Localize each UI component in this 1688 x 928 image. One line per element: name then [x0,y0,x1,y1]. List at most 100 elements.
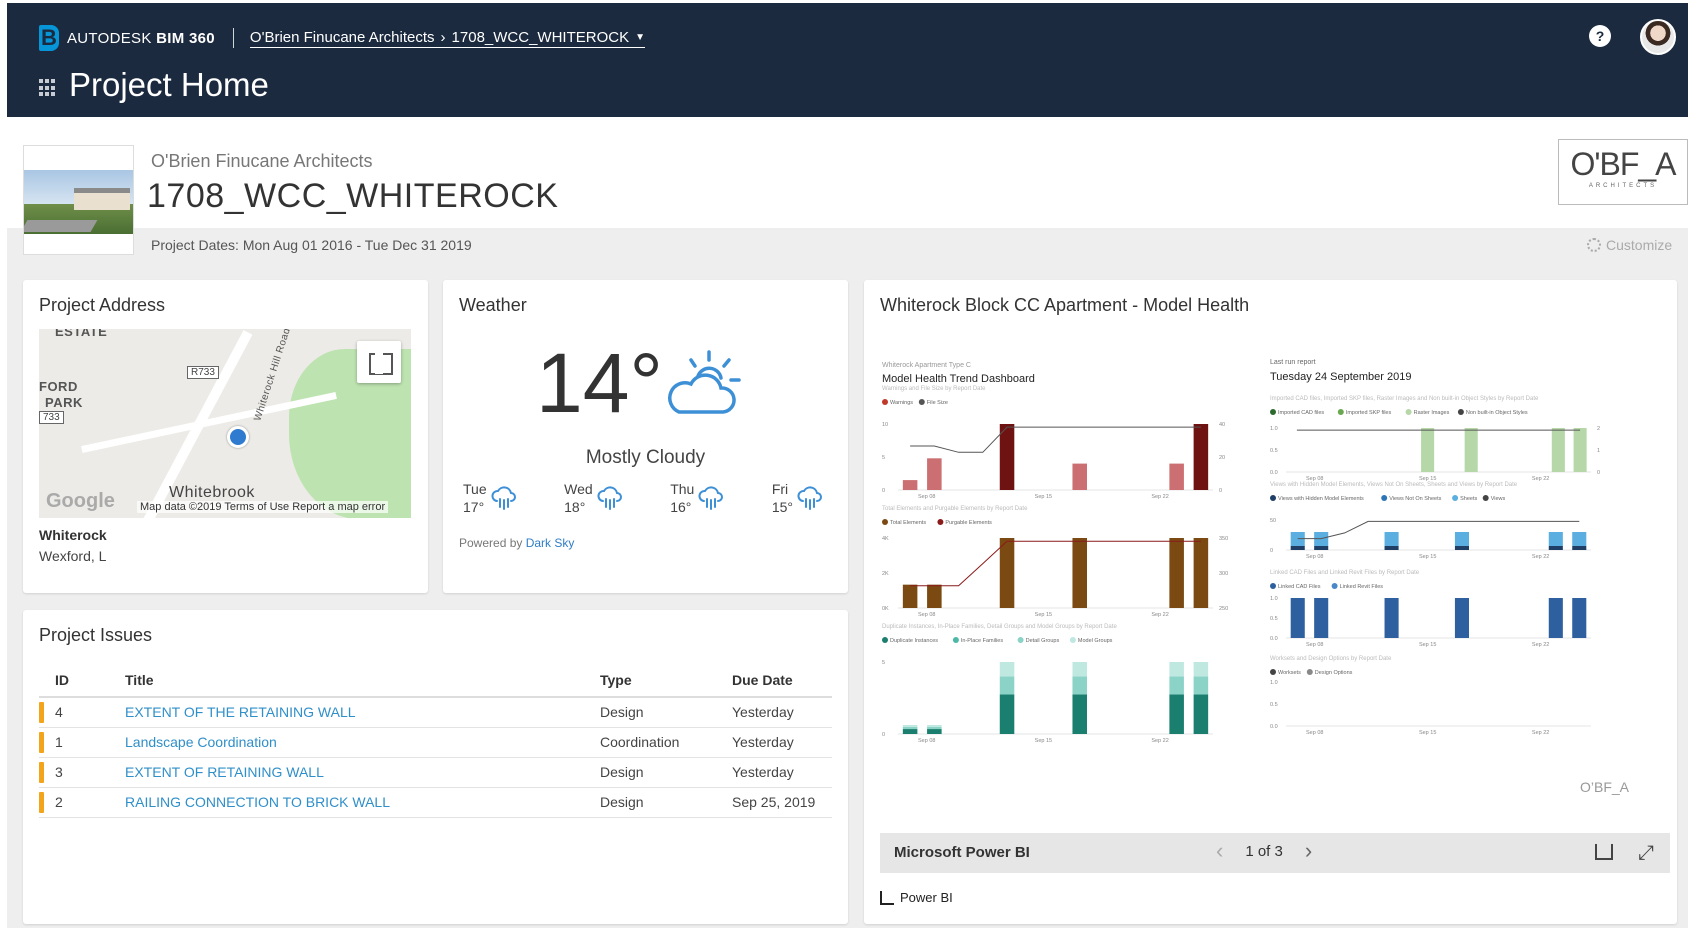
legend-swatch [1270,495,1276,501]
weather-attribution: Powered by Dark Sky [459,536,574,550]
forecast-day: Thu 16° [670,480,724,516]
module-menu-icon[interactable] [39,79,57,97]
expand-icon[interactable]: ⤢ [1638,842,1654,865]
issue-title-link[interactable]: RAILING CONNECTION TO BRICK WALL [125,794,390,810]
chart-bar [1548,546,1563,550]
column-header-title[interactable]: Title [125,664,600,698]
column-header-type[interactable]: Type [600,664,732,698]
rain-icon [698,486,724,510]
table-row[interactable]: 3 EXTENT OF RETAINING WALL Design Yester… [39,757,832,788]
legend-swatch [882,637,888,643]
x-tick-label: Sep 22 [1532,730,1549,736]
company-logo-subtext: ARCHITECTS [1588,183,1658,189]
legend-swatch [1482,495,1489,501]
chevron-down-icon[interactable]: ▼ [635,32,645,43]
brand-divider [232,28,234,48]
powerbi-report[interactable]: Whiterock Apartment Type C Model Health T… [880,332,1665,802]
chart-title: Imported CAD files, Imported SKP files, … [1270,396,1539,402]
y-tick-label: 1.0 [1270,426,1278,432]
forecast-day-label: Wed [564,481,593,497]
fullscreen-icon[interactable] [357,341,401,383]
legend-label: Warnings [890,400,913,406]
legend-swatch [1337,409,1344,415]
powerbi-link[interactable]: Power BI [880,890,953,905]
project-breadcrumb[interactable]: O'Brien Finucane Architects › 1708_WCC_W… [249,29,645,48]
chart-bar [1384,546,1399,550]
powered-by-label: Powered by [459,536,523,550]
chart-bar [1464,428,1478,472]
x-tick-label: Sep 08 [918,738,935,744]
chart-bar [1193,424,1209,490]
legend-label: Linked Revit Files [1340,584,1384,590]
y-tick-label: 1.0 [1270,596,1278,602]
legend-label: Raster Images [1414,410,1450,416]
bim360-logo-icon[interactable]: B [39,25,59,51]
address-map[interactable]: ESTATE FORD PARK R733 733 Whiterock Hill… [39,329,411,518]
chart-bar [1193,538,1209,608]
road-shield: 733 [39,411,64,424]
chart-bar [927,584,942,608]
issue-title-link[interactable]: Landscape Coordination [125,734,277,750]
location-pin-icon[interactable] [227,426,249,448]
y-tick-label: 5 [882,660,885,666]
weather-card: Weather 14° Mostly Cloudy Tue 17° Wed 18° … [443,280,848,593]
y-tick-label: 0 [882,488,885,494]
weather-condition: Mostly Cloudy [585,447,706,468]
column-header-due-date[interactable]: Due Date [732,664,832,698]
chevron-right-icon[interactable]: › [1305,840,1312,862]
company-logo-text: O'BF_A [1570,146,1676,182]
breadcrumb-project[interactable]: 1708_WCC_WHITEROCK [452,29,630,46]
map-attribution[interactable]: Map data ©2019 Terms of Use Report a map… [137,501,389,513]
issue-title-link[interactable]: EXTENT OF THE RETAINING WALL [125,704,356,720]
issue-status-marker [39,791,44,813]
y2-tick-label: 350 [1219,536,1228,542]
chart-bar [1421,428,1435,472]
rain-icon [597,486,622,510]
project-company: O'Brien Finucane Architects [151,151,373,171]
table-row[interactable]: 2 RAILING CONNECTION TO BRICK WALL Desig… [39,787,832,818]
y-tick-label: 4K [882,536,889,542]
issue-due-date: Yesterday [732,757,832,788]
customize-button[interactable]: Customize [1587,237,1672,253]
legend-label: Non built-in Object Styles [1466,410,1528,416]
legend-swatch [882,519,888,525]
page-indicator: 1 of 3 [1245,842,1283,860]
legend-label: Duplicate Instances [890,638,938,644]
dashboard-subtitle: Whiterock Apartment Type C [882,362,971,369]
share-icon[interactable] [1595,844,1613,860]
current-temperature: 14° [536,336,664,430]
chart-bar [1454,546,1469,550]
chart-bar [1548,532,1563,546]
forecast-day-label: Fri [771,481,789,497]
legend-label: Total Elements [890,520,926,526]
chevron-left-icon[interactable]: ‹ [1216,840,1223,862]
x-tick-label: Sep 15 [1035,612,1052,618]
table-header-row: ID Title Type Due Date [39,664,832,698]
breadcrumb-company[interactable]: O'Brien Finucane Architects [250,29,435,46]
dashboard-heading: Tuesday 24 September 2019 [1270,371,1411,383]
chart-bar [1454,532,1469,546]
product-name[interactable]: AUTODESK BIM 360 [67,30,215,47]
x-tick-label: Sep 22 [1151,738,1168,744]
legend-label: Imported SKP files [1346,410,1392,416]
table-row[interactable]: 4 EXTENT OF THE RETAINING WALL Design Ye… [39,697,832,728]
legend-label: Purgable Elements [945,520,992,526]
dark-sky-link[interactable]: Dark Sky [526,536,575,550]
legend-label: Detail Groups [1026,638,1060,644]
chart-bar [927,726,942,730]
forecast-temp: 16° [670,499,692,515]
user-avatar[interactable] [1640,19,1676,55]
forecast-temp: 17° [463,499,485,515]
model-health-dashboard: Whiterock Apartment Type C Model Health T… [882,359,1630,795]
powerbi-brand[interactable]: Microsoft Power BI [894,844,1030,861]
issues-table: ID Title Type Due Date 4 EXTENT OF THE R… [39,664,832,818]
table-row[interactable]: 1 Landscape Coordination Coordination Ye… [39,727,832,758]
y-tick-label: 10 [882,422,888,428]
map-label: ESTATE [55,329,108,339]
x-tick-label: Sep 08 [1306,642,1323,648]
issue-title-link[interactable]: EXTENT OF RETAINING WALL [125,764,324,780]
help-icon[interactable]: ? [1589,25,1611,47]
chart-bar [1384,598,1399,638]
column-header-id[interactable]: ID [47,664,125,698]
legend-label: Views with Hidden Model Elements [1278,496,1364,502]
